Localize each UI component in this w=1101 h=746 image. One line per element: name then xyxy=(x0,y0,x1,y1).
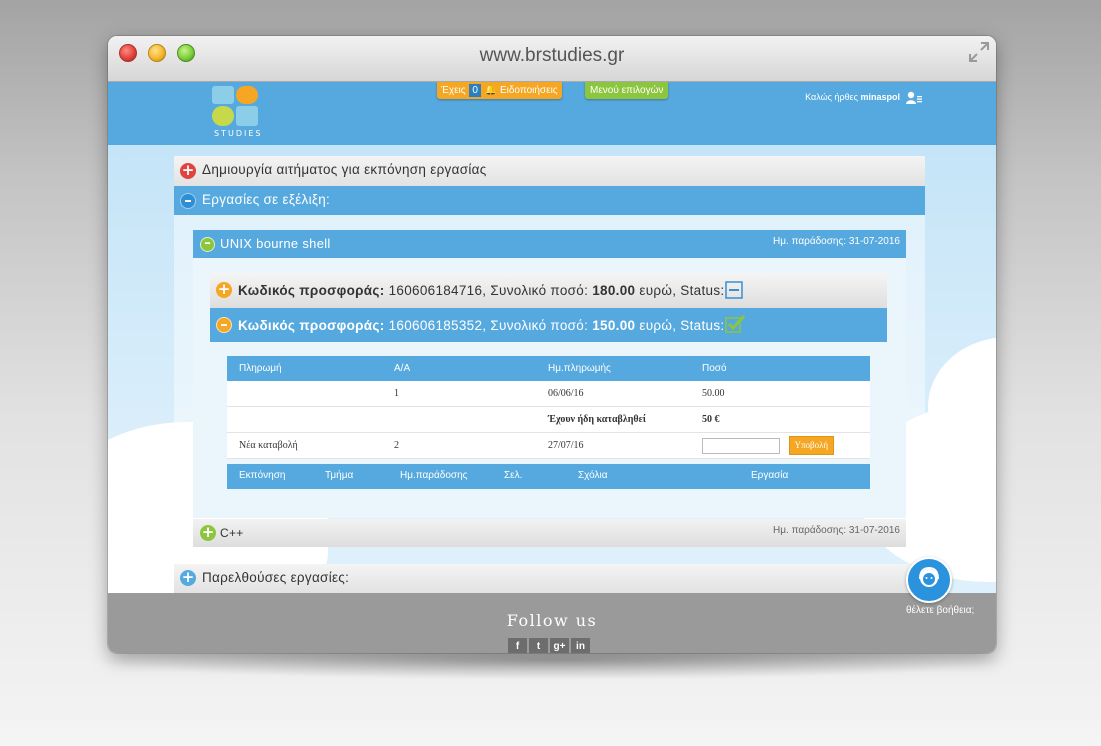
payment-amount: 50.00 xyxy=(690,381,870,407)
window-url: www.brstudies.gr xyxy=(479,45,625,66)
google-plus-icon[interactable]: g+ xyxy=(550,638,569,653)
offer-status-label: ευρώ, Status: xyxy=(639,283,725,298)
user-menu-icon[interactable] xyxy=(906,91,922,105)
help-text: θέλετε βοήθεια; xyxy=(906,605,975,616)
plus-icon[interactable]: + xyxy=(200,525,216,541)
column-header: Α/Α xyxy=(382,356,536,381)
site-footer: Follow us f t g+ in xyxy=(108,593,996,653)
table-footer-row: Εκπόνηση Τμήμα Ημ.παράδοσης Σελ. Σχόλια … xyxy=(227,464,870,489)
status-accepted-icon xyxy=(725,315,745,333)
help-chat-button[interactable] xyxy=(906,557,952,603)
page-viewport: STUDIES Έχεις 0 🔔 Ειδοποιήσεις Μενού επι… xyxy=(108,82,996,653)
footer-column: Ημ.παράδοσης xyxy=(400,470,468,481)
in-progress-label: Εργασίες σε εξέλιξη: xyxy=(202,192,331,207)
fullscreen-icon[interactable] xyxy=(968,41,990,63)
status-pending-icon xyxy=(725,281,743,299)
payment-aa: 2 xyxy=(382,432,536,459)
offer-amount: 180.00 xyxy=(592,283,636,298)
footer-column: Σχόλια xyxy=(578,470,608,481)
task-title: UNIX bourne shell xyxy=(220,236,331,251)
submit-payment-button[interactable]: Υποβολή xyxy=(788,436,835,455)
new-payment-label: Νέα καταβολή xyxy=(227,432,382,459)
support-agent-icon xyxy=(919,566,939,587)
table-row: Έχουν ήδη καταβληθεί 50 € xyxy=(227,406,870,433)
payment-date: 27/07/16 xyxy=(536,432,690,459)
notifications-count: 0 xyxy=(469,84,481,97)
payment-date: 06/06/16 xyxy=(536,381,690,407)
welcome-text: Καλώς ήρθες xyxy=(805,92,858,102)
column-header: Ημ.πληρωμής xyxy=(536,356,690,381)
offer-row[interactable]: + Κωδικός προσφοράς: 160606184716, Συνολ… xyxy=(210,273,887,308)
footer-column: Εκπόνηση xyxy=(239,470,286,481)
bell-icon: 🔔 xyxy=(484,85,498,96)
offer-code: 160606184716 xyxy=(388,283,483,298)
username: minaspol xyxy=(860,92,900,102)
payment-amount-input[interactable] xyxy=(702,437,780,454)
task-title: C++ xyxy=(220,526,244,540)
footer-column: Σελ. xyxy=(504,470,523,481)
footer-column: Εργασία xyxy=(751,470,789,481)
offer-amount: 150.00 xyxy=(592,318,636,333)
create-request-label: Δημιουργία αιτήματος για εκπόνηση εργασί… xyxy=(202,162,487,177)
options-menu-button[interactable]: Μενού επιλογών xyxy=(585,82,669,99)
task-due-date: Ημ. παράδοσης: 31-07-2016 xyxy=(773,525,900,536)
notifications-label: Ειδοποιήσεις xyxy=(499,85,558,96)
plus-icon[interactable]: + xyxy=(180,163,196,179)
logo-text: STUDIES xyxy=(214,129,263,138)
facebook-icon[interactable]: f xyxy=(508,638,527,653)
offer-code-label: Κωδικός προσφοράς: xyxy=(238,318,385,333)
offer-text: Κωδικός προσφοράς: 160606184716, Συνολικ… xyxy=(238,283,725,298)
past-tasks-label: Παρελθούσες εργασίες: xyxy=(202,570,350,585)
notifications-prefix: Έχεις xyxy=(441,85,466,96)
task-due-date: Ημ. παράδοσης: 31-07-2016 xyxy=(773,236,900,247)
payment-aa xyxy=(382,406,536,433)
linkedin-icon[interactable]: in xyxy=(571,638,590,653)
payment-cell xyxy=(227,406,382,433)
offer-text: Κωδικός προσφοράς: 160606185352, Συνολικ… xyxy=(238,318,725,333)
notifications-button[interactable]: Έχεις 0 🔔 Ειδοποιήσεις xyxy=(437,82,562,99)
offer-status-label: ευρώ, Status: xyxy=(639,318,725,333)
table-header-row: Πληρωμή Α/Α Ημ.πληρωμής Ποσό xyxy=(227,356,870,381)
welcome-message: Καλώς ήρθες minaspol xyxy=(805,92,900,102)
follow-us-heading: Follow us xyxy=(506,611,598,630)
footer-column: Τμήμα xyxy=(325,470,354,481)
table-row: 1 06/06/16 50.00 xyxy=(227,381,870,407)
offer-total-label: Συνολικό ποσό: xyxy=(490,283,589,298)
minus-icon[interactable]: – xyxy=(200,237,215,252)
task-header[interactable]: + C++ Ημ. παράδοσης: 31-07-2016 xyxy=(193,519,906,547)
plus-icon[interactable]: + xyxy=(180,570,196,586)
minus-icon[interactable]: – xyxy=(216,317,232,333)
past-tasks-panel[interactable]: + Παρελθούσες εργασίες: xyxy=(174,564,925,593)
offer-row[interactable]: – Κωδικός προσφοράς: 160606185352, Συνολ… xyxy=(210,308,887,342)
task-header[interactable]: – UNIX bourne shell Ημ. παράδοσης: 31-07… xyxy=(193,230,906,258)
offer-total-label: Συνολικό ποσό: xyxy=(490,318,589,333)
payments-table: Πληρωμή Α/Α Ημ.πληρωμής Ποσό 1 06/06/16 … xyxy=(227,356,870,459)
minus-icon[interactable]: – xyxy=(180,193,196,209)
create-request-panel[interactable]: + Δημιουργία αιτήματος για εκπόνηση εργα… xyxy=(174,156,925,186)
site-header: STUDIES Έχεις 0 🔔 Ειδοποιήσεις Μενού επι… xyxy=(108,82,996,145)
payment-input-cell: Υποβολή xyxy=(690,432,870,459)
twitter-icon[interactable]: t xyxy=(529,638,548,653)
column-header: Πληρωμή xyxy=(227,356,382,381)
plus-icon[interactable]: + xyxy=(216,282,232,298)
in-progress-panel[interactable]: – Εργασίες σε εξέλιξη: xyxy=(174,186,925,215)
browser-window: www.brstudies.gr STUDIES Έχεις 0 🔔 Ειδοπ… xyxy=(108,36,996,653)
payment-cell xyxy=(227,381,382,407)
already-paid-amount: 50 € xyxy=(690,406,870,433)
already-paid-label: Έχουν ήδη καταβληθεί xyxy=(536,406,690,433)
offer-code-label: Κωδικός προσφοράς: xyxy=(238,283,385,298)
offer-code: 160606185352 xyxy=(388,318,483,333)
social-links: f t g+ in xyxy=(508,636,592,653)
title-bar: www.brstudies.gr xyxy=(108,36,996,82)
payment-aa: 1 xyxy=(382,381,536,407)
column-header: Ποσό xyxy=(690,356,870,381)
table-row: Νέα καταβολή 2 27/07/16 Υποβολή xyxy=(227,432,870,459)
